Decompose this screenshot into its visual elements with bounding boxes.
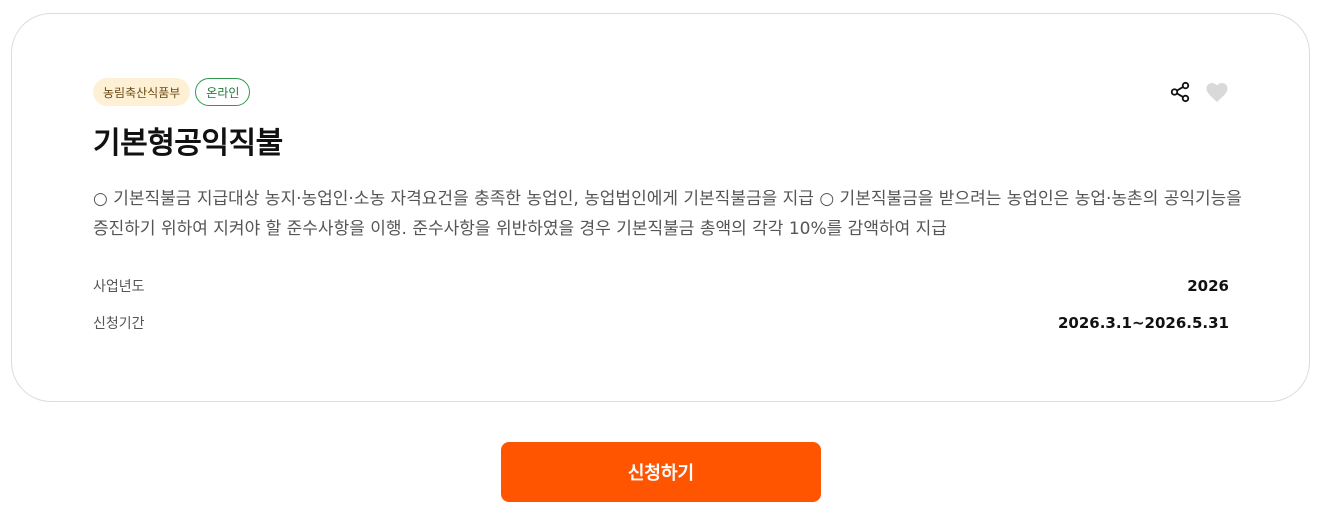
application-period-row: 신청기간 2026.3.1~2026.5.31 xyxy=(93,313,1229,333)
program-title: 기본형공익직불 xyxy=(93,126,283,161)
heart-icon[interactable] xyxy=(1205,80,1229,104)
tag-group: 농림축산식품부 온라인 xyxy=(93,78,251,106)
business-year-label: 사업년도 xyxy=(93,279,145,295)
card-actions xyxy=(1168,80,1229,104)
share-icon[interactable] xyxy=(1168,80,1192,104)
program-description: ○ 기본직불금 지급대상 농지·농업인·소농 자격요건을 충족한 농업인, 농업… xyxy=(93,189,1242,239)
online-tag: 온라인 xyxy=(195,78,251,106)
program-card: 농림축산식품부 온라인 기본형공익직불 ○ 기본직불금 지급대상 농지·농업인·… xyxy=(11,13,1310,402)
ministry-tag: 농림축산식품부 xyxy=(93,78,191,106)
business-year-row: 사업년도 2026 xyxy=(93,276,1229,296)
business-year-value: 2026 xyxy=(1187,277,1229,295)
application-period-label: 신청기간 xyxy=(93,316,145,332)
application-period-value: 2026.3.1~2026.5.31 xyxy=(1057,314,1229,332)
apply-button[interactable]: 신청하기 xyxy=(501,442,821,502)
